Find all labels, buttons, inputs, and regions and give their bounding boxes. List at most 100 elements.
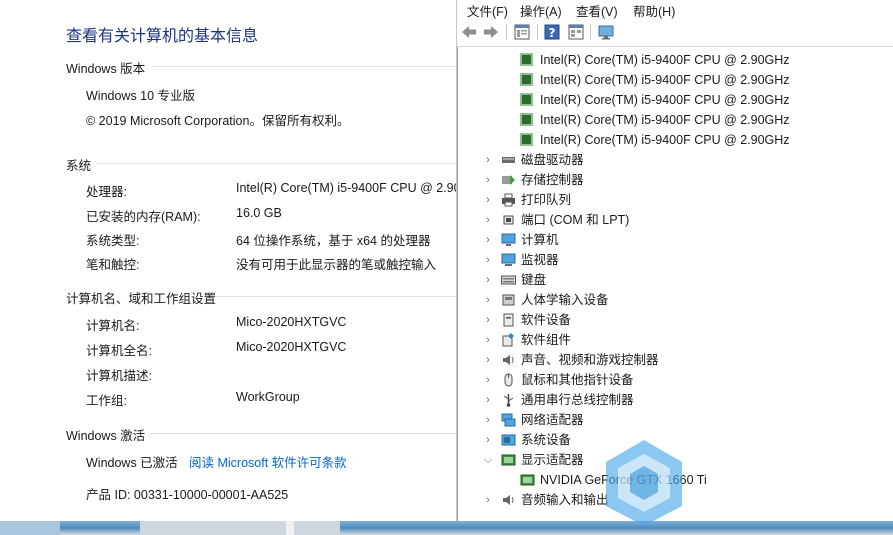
product-id: 产品 ID: 00331-10000-00001-AA525: [86, 488, 289, 502]
tree-item-print-queues[interactable]: › 打印队列: [458, 190, 893, 210]
category-label: 人体学输入设备: [521, 293, 609, 307]
forward-icon[interactable]: [482, 23, 500, 41]
system-heading: 系统: [66, 159, 92, 173]
category-label: 端口 (COM 和 LPT): [521, 213, 630, 227]
category-label: 存储控制器: [521, 173, 584, 187]
tree-item-cpu[interactable]: Intel(R) Core(TM) i5-9400F CPU @ 2.90GHz: [458, 50, 893, 70]
expand-chevron-icon[interactable]: ›: [483, 150, 493, 170]
usb-icon: [503, 394, 514, 407]
system-type-value: 64 位操作系统，基于 x64 的处理器: [236, 234, 431, 248]
view-icon[interactable]: [567, 23, 585, 41]
expand-chevron-icon[interactable]: ›: [483, 330, 493, 350]
expand-chevron-icon[interactable]: ›: [483, 270, 493, 290]
menu-bar: 文件(F) 操作(A) 查看(V) 帮助(H): [457, 0, 893, 19]
expand-chevron-icon[interactable]: ›: [483, 350, 493, 370]
audio-io-icon: [503, 495, 514, 505]
help-icon[interactable]: ?: [543, 23, 561, 41]
expand-chevron-icon[interactable]: ›: [483, 210, 493, 230]
expand-chevron-icon[interactable]: ›: [483, 190, 493, 210]
expand-chevron-icon[interactable]: ›: [483, 170, 493, 190]
expand-chevron-icon[interactable]: ›: [483, 370, 493, 390]
toolbar: ?: [457, 19, 893, 47]
network-adapter-icon: [501, 413, 516, 427]
workgroup-label: 工作组:: [86, 394, 127, 408]
tree-item-monitors[interactable]: › 监视器: [458, 250, 893, 270]
tree-item-storage-controllers[interactable]: › 存储控制器: [458, 170, 893, 190]
expand-chevron-icon[interactable]: ›: [483, 290, 493, 310]
tree-item-ports[interactable]: › 端口 (COM 和 LPT): [458, 210, 893, 230]
tree-item-keyboards[interactable]: › 键盘: [458, 270, 893, 290]
category-label: 显示适配器: [521, 453, 584, 467]
category-label: 打印队列: [521, 193, 572, 207]
category-label: 网络适配器: [521, 413, 584, 427]
pen-touch-value: 没有可用于此显示器的笔或触控输入: [236, 258, 437, 272]
tree-item-disk-drives[interactable]: › 磁盘驱动器: [458, 150, 893, 170]
category-label: 系统设备: [521, 433, 572, 447]
category-label: 音频输入和输出: [521, 493, 609, 507]
activation-status: Windows 已激活: [86, 456, 178, 470]
device-label: Intel(R) Core(TM) i5-9400F CPU @ 2.90GHz: [540, 53, 790, 67]
menu-file[interactable]: 文件(F): [467, 1, 508, 20]
mouse-icon: [504, 373, 513, 387]
cpu-icon: [520, 113, 533, 126]
full-computer-name-label: 计算机全名:: [86, 344, 152, 358]
tree-item-hid[interactable]: › 人体学输入设备: [458, 290, 893, 310]
page-title: 查看有关计算机的基本信息: [66, 28, 259, 45]
tree-item-network-adapters[interactable]: › 网络适配器: [458, 410, 893, 430]
port-icon: [503, 215, 514, 225]
cpu-icon: [520, 73, 533, 86]
ram-value: 16.0 GB: [236, 206, 282, 220]
menu-action[interactable]: 操作(A): [520, 1, 562, 20]
properties-icon[interactable]: [513, 23, 531, 41]
activation-heading: Windows 激活: [66, 429, 146, 443]
monitor-icon: [501, 253, 516, 266]
category-label: 软件设备: [521, 313, 572, 327]
system-info-panel: 查看有关计算机的基本信息 Windows 版本 Windows 10 专业版 ©…: [0, 0, 456, 521]
tree-item-cpu[interactable]: Intel(R) Core(TM) i5-9400F CPU @ 2.90GHz: [458, 90, 893, 110]
device-label: Intel(R) Core(TM) i5-9400F CPU @ 2.90GHz: [540, 133, 790, 147]
computer-settings-heading: 计算机名、域和工作组设置: [66, 292, 217, 306]
expand-chevron-icon[interactable]: ›: [483, 250, 493, 270]
tree-item-computer[interactable]: › 计算机: [458, 230, 893, 250]
collapse-chevron-icon[interactable]: ⌵: [483, 450, 493, 470]
tree-item-cpu[interactable]: Intel(R) Core(TM) i5-9400F CPU @ 2.90GHz: [458, 130, 893, 150]
menu-view[interactable]: 查看(V): [576, 1, 618, 20]
expand-chevron-icon[interactable]: ›: [483, 310, 493, 330]
expand-chevron-icon[interactable]: ›: [483, 410, 493, 430]
tree-item-mice[interactable]: › 鼠标和其他指针设备: [458, 370, 893, 390]
category-label: 通用串行总线控制器: [521, 393, 634, 407]
windows-edition: Windows 10 专业版: [86, 89, 196, 103]
tree-item-cpu[interactable]: Intel(R) Core(TM) i5-9400F CPU @ 2.90GHz: [458, 110, 893, 130]
copyright-text: © 2019 Microsoft Corporation。保留所有权利。: [86, 114, 350, 128]
expand-chevron-icon[interactable]: ›: [483, 390, 493, 410]
computer-icon: [501, 233, 516, 246]
tree-item-sound-video[interactable]: › 声音、视频和游戏控制器: [458, 350, 893, 370]
desktop-wallpaper: [0, 521, 893, 535]
device-label: Intel(R) Core(TM) i5-9400F CPU @ 2.90GHz: [540, 93, 790, 107]
hid-icon: [502, 294, 515, 306]
computer-name-label: 计算机名:: [86, 319, 140, 333]
divider: [152, 66, 456, 67]
expand-chevron-icon[interactable]: ›: [483, 430, 493, 450]
category-label: 声音、视频和游戏控制器: [521, 353, 659, 367]
back-icon[interactable]: [460, 23, 478, 41]
category-label: 监视器: [521, 253, 559, 267]
tree-item-cpu[interactable]: Intel(R) Core(TM) i5-9400F CPU @ 2.90GHz: [458, 70, 893, 90]
display-adapter-icon: [501, 454, 516, 466]
menu-help[interactable]: 帮助(H): [633, 1, 675, 20]
device-label: Intel(R) Core(TM) i5-9400F CPU @ 2.90GHz: [540, 73, 790, 87]
expand-chevron-icon[interactable]: ›: [483, 490, 493, 510]
speaker-icon: [503, 355, 514, 365]
computer-description-label: 计算机描述:: [86, 369, 152, 383]
disk-drive-icon: [502, 157, 515, 163]
expand-chevron-icon[interactable]: ›: [483, 230, 493, 250]
license-terms-link[interactable]: 阅读 Microsoft 软件许可条款: [189, 452, 347, 471]
tree-item-software-components[interactable]: › 软件组件: [458, 330, 893, 350]
tree-item-usb-controllers[interactable]: › 通用串行总线控制器: [458, 390, 893, 410]
cpu-icon: [520, 53, 533, 66]
category-label: 磁盘驱动器: [521, 153, 584, 167]
monitor-icon[interactable]: [597, 23, 615, 41]
windows-edition-heading: Windows 版本: [66, 62, 146, 76]
device-label: Intel(R) Core(TM) i5-9400F CPU @ 2.90GHz: [540, 113, 790, 127]
tree-item-software-devices[interactable]: › 软件设备: [458, 310, 893, 330]
